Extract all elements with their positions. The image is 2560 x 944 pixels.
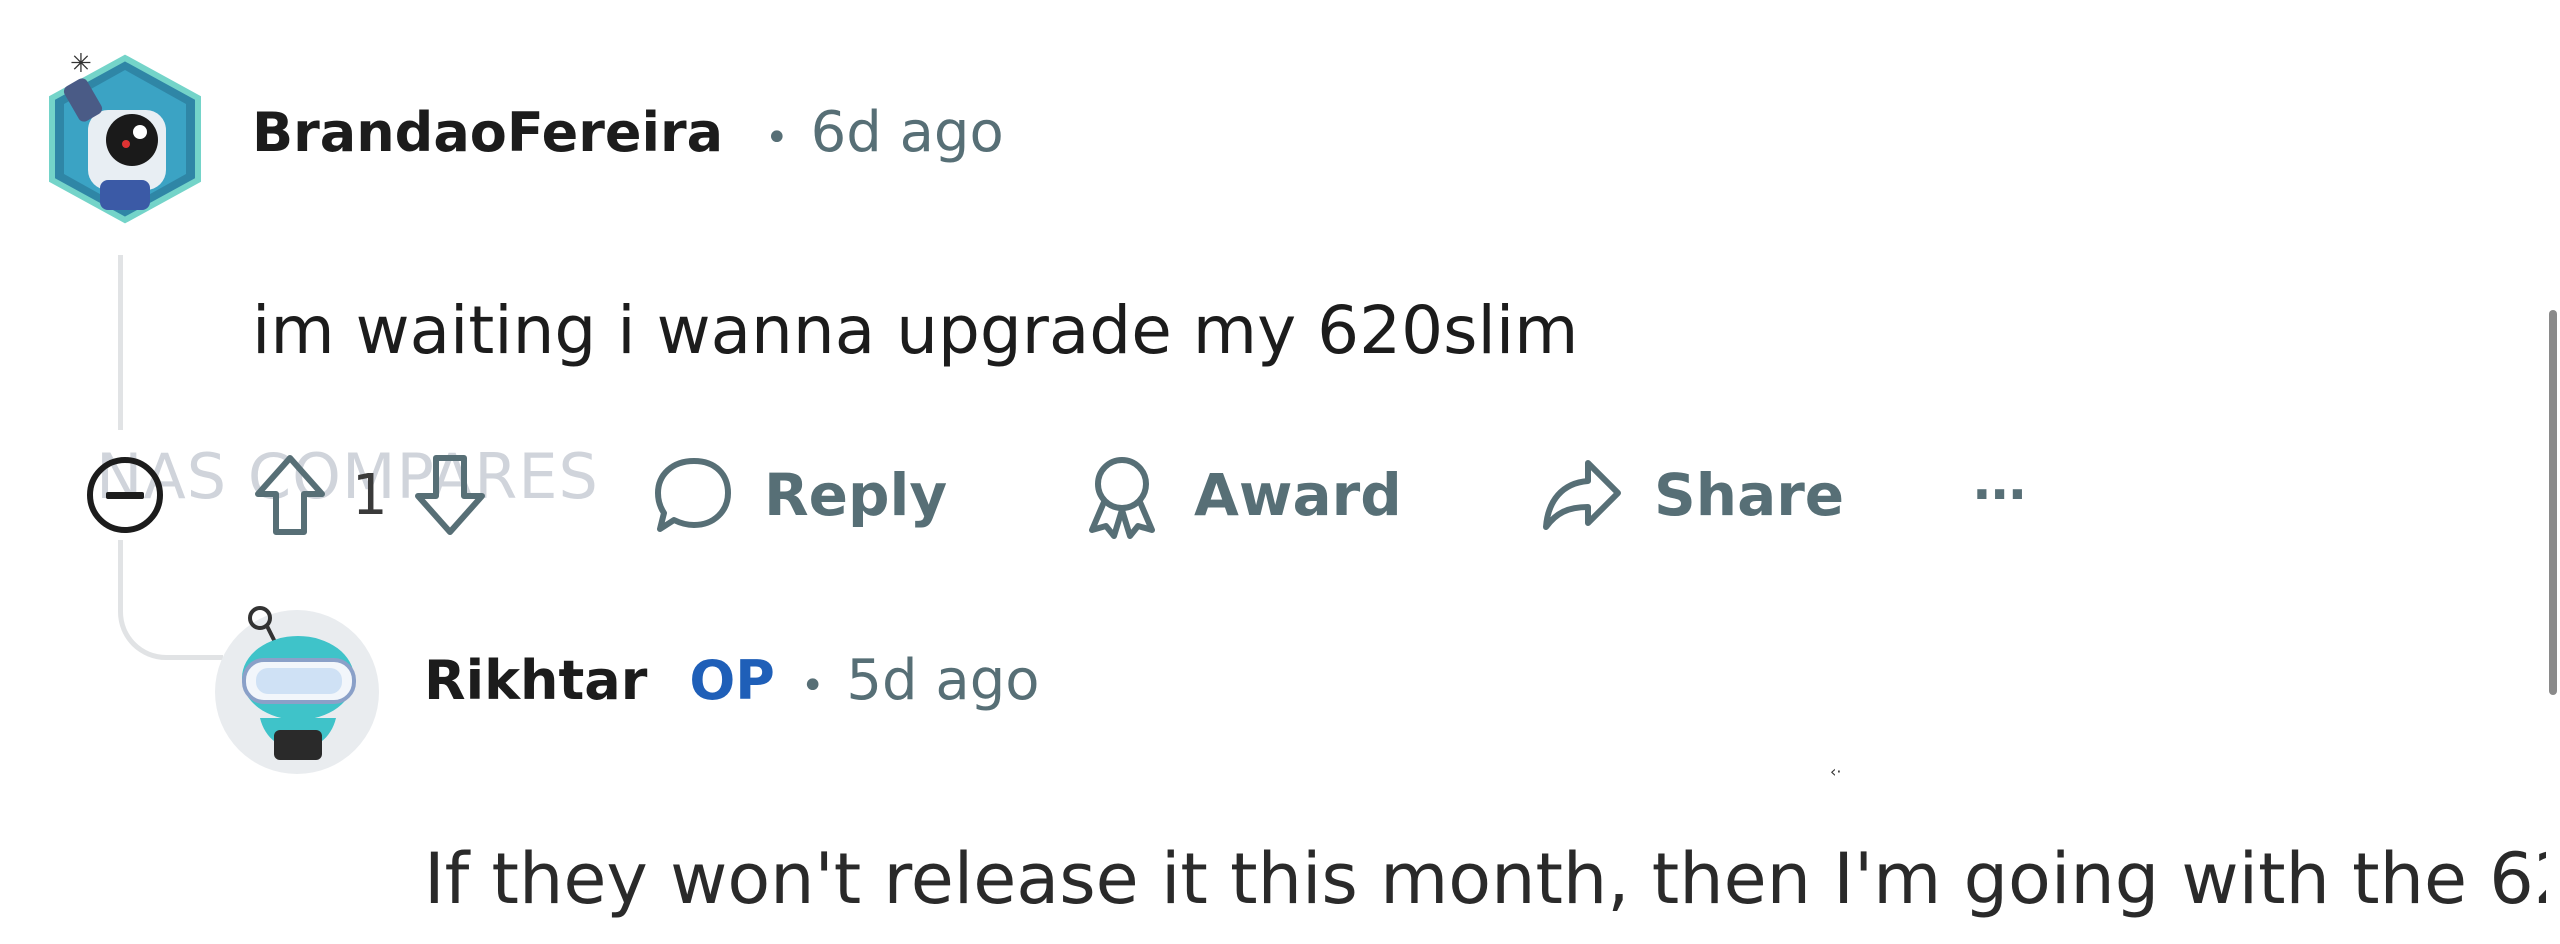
- share-label: Share: [1654, 461, 1845, 529]
- comment-header: BrandaoFereira • 6d ago: [252, 100, 1004, 165]
- more-options-button[interactable]: ···: [1972, 440, 2027, 550]
- comment-thread: ✳ BrandaoFereira • 6d ago im waiting i w…: [0, 0, 2560, 944]
- reply-body: If they won't release it this month, the…: [424, 838, 2560, 920]
- comment-bubble-icon: [655, 458, 731, 532]
- award-label: Award: [1194, 461, 1402, 529]
- collapse-icon: [87, 457, 163, 533]
- reply-timestamp[interactable]: 5d ago: [846, 648, 1039, 713]
- share-button[interactable]: Share: [1538, 440, 1844, 550]
- op-badge: OP: [689, 649, 775, 712]
- share-arrow-icon: [1543, 460, 1621, 530]
- reply-header: Rikhtar OP • 5d ago: [424, 648, 1040, 713]
- scrollbar-thumb[interactable]: [2549, 310, 2557, 695]
- comment-author[interactable]: BrandaoFereira: [252, 101, 723, 164]
- downvote-button[interactable]: [410, 450, 490, 540]
- reply-user-avatar[interactable]: [210, 600, 385, 775]
- upvote-icon: [255, 455, 325, 535]
- reply-label: Reply: [764, 461, 948, 529]
- svg-text:✳: ✳: [70, 49, 92, 79]
- award-icon: [1089, 457, 1155, 539]
- reply-author[interactable]: Rikhtar: [424, 649, 647, 712]
- more-options-icon: ···: [1972, 465, 2027, 525]
- reply-thread-connector: [118, 540, 223, 660]
- user-avatar[interactable]: ✳: [40, 40, 210, 225]
- meta-separator: •: [765, 115, 789, 161]
- vote-count: 1: [352, 462, 388, 528]
- vote-control: 1: [250, 440, 490, 550]
- cursor-mark: ‹·: [1830, 762, 1842, 781]
- comment-action-bar: 1 Reply Award Share ···: [0, 440, 2100, 550]
- downvote-icon: [414, 455, 485, 535]
- thread-line[interactable]: [118, 255, 123, 430]
- meta-separator: •: [800, 663, 825, 709]
- reply-button[interactable]: Reply: [650, 440, 947, 550]
- comment-body: im waiting i wanna upgrade my 620slim: [252, 292, 1579, 369]
- collapse-button[interactable]: [84, 440, 166, 550]
- award-button[interactable]: Award: [1080, 440, 1402, 550]
- comment-timestamp[interactable]: 6d ago: [811, 100, 1004, 165]
- upvote-button[interactable]: [250, 450, 330, 540]
